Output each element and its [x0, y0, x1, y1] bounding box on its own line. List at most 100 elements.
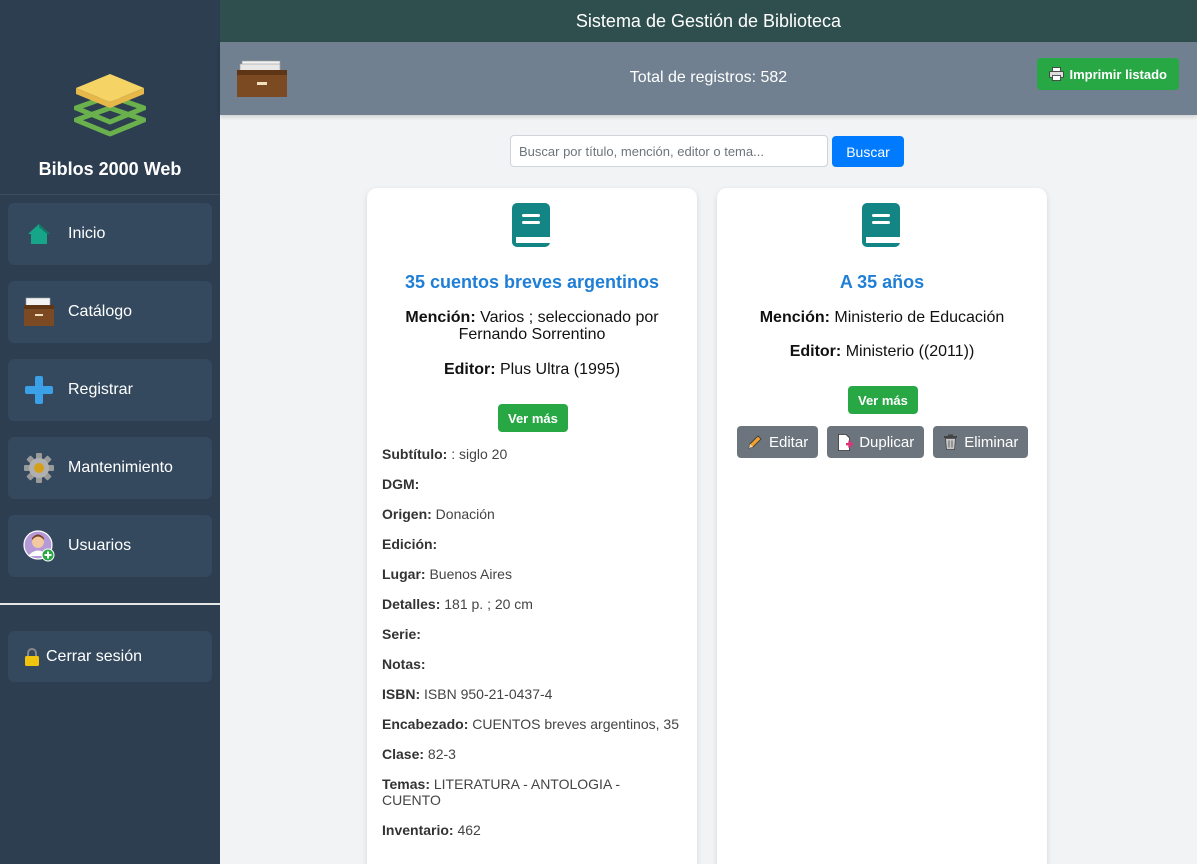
logout-button[interactable]: Cerrar sesión — [8, 631, 212, 682]
gear-icon — [22, 451, 56, 485]
book-card: 35 cuentos breves argentinos Mención: Va… — [367, 188, 697, 864]
mention-label: Mención: — [759, 309, 830, 326]
detail-value: ISBN 950-21-0437-4 — [424, 686, 553, 702]
detail-row: ISBN: ISBN 950-21-0437-4 — [382, 686, 682, 702]
printer-icon — [1049, 67, 1065, 81]
duplicate-label: Duplicar — [859, 433, 915, 451]
duplicate-button[interactable]: Duplicar — [827, 426, 925, 458]
book-mention: Mención: Ministerio de Educación — [742, 309, 1022, 326]
detail-value: 82-3 — [427, 746, 456, 762]
lock-icon — [24, 647, 40, 666]
see-more-button[interactable]: Ver más — [848, 386, 918, 414]
detail-label: Origen: — [382, 506, 432, 522]
edit-label: Editar — [769, 433, 809, 451]
sidebar-item-label: Inicio — [68, 225, 106, 242]
home-icon — [22, 217, 56, 251]
detail-value: CUENTOS breves argentinos, 35 — [472, 716, 679, 732]
logout-label: Cerrar sesión — [46, 647, 143, 665]
search-button[interactable]: Buscar — [832, 136, 904, 167]
toolbar: Total de registros: 582 Imprimir listado — [220, 42, 1197, 115]
card-actions: Editar Duplicar Eliminar — [737, 426, 1029, 458]
detail-value: 462 — [457, 822, 481, 838]
editor-value: Ministerio ((2011)) — [845, 343, 975, 360]
book-icon — [512, 203, 550, 247]
sidebar-item-catalogo[interactable]: Catálogo — [8, 281, 212, 343]
detail-row: Inventario: 462 — [382, 822, 682, 838]
detail-label: Serie: — [382, 626, 421, 642]
detail-label: Edición: — [382, 536, 438, 552]
plus-icon — [22, 373, 56, 407]
detail-label: Detalles: — [382, 596, 441, 612]
editor-value: Plus Ultra (1995) — [499, 361, 621, 378]
editor-label: Editor: — [443, 361, 496, 378]
catalog-drawer-icon — [22, 295, 56, 329]
detail-label: Lugar: — [382, 566, 426, 582]
detail-row: Temas: LITERATURA - ANTOLOGIA - CUENTO — [382, 776, 682, 808]
brand: Biblos 2000 Web — [0, 0, 220, 195]
detail-value: Donación — [435, 506, 495, 522]
book-card: A 35 años Mención: Ministerio de Educaci… — [717, 188, 1047, 864]
detail-row: Serie: — [382, 626, 682, 642]
sidebar-item-mantenimiento[interactable]: Mantenimiento — [8, 437, 212, 499]
book-editor: Editor: Ministerio ((2011)) — [742, 343, 1022, 360]
detail-value: : siglo 20 — [451, 446, 508, 462]
detail-label: DGM: — [382, 476, 420, 492]
sidebar-item-label: Usuarios — [68, 537, 132, 554]
editor-label: Editor: — [789, 343, 842, 360]
sidebar-item-label: Mantenimiento — [68, 459, 173, 476]
detail-row: Detalles: 181 p. ; 20 cm — [382, 596, 682, 612]
sidebar-item-registrar[interactable]: Registrar — [8, 359, 212, 421]
detail-label: Temas: — [382, 776, 430, 792]
search-button-label: Buscar — [846, 143, 890, 160]
detail-label: ISBN: — [382, 686, 421, 702]
mention-value: Ministerio de Educación — [834, 309, 1005, 326]
delete-button[interactable]: Eliminar — [933, 426, 1029, 458]
detail-label: Notas: — [382, 656, 426, 672]
sidebar-nav: Inicio Catálogo Registrar Mantenimiento … — [0, 195, 220, 577]
detail-label: Subtítulo: — [382, 446, 448, 462]
detail-row: Lugar: Buenos Aires — [382, 566, 682, 582]
detail-row: Clase: 82-3 — [382, 746, 682, 762]
see-more-label: Ver más — [858, 392, 908, 408]
detail-value: Buenos Aires — [429, 566, 512, 582]
print-list-label: Imprimir listado — [1069, 66, 1167, 82]
duplicate-icon — [838, 433, 854, 451]
detail-row: Origen: Donación — [382, 506, 682, 522]
page-title: Sistema de Gestión de Biblioteca — [575, 10, 842, 31]
see-more-button[interactable]: Ver más — [498, 404, 568, 432]
book-editor: Editor: Plus Ultra (1995) — [392, 361, 672, 378]
detail-label: Inventario: — [382, 822, 454, 838]
mention-value: Varios ; seleccionado por Fernando Sorre… — [458, 309, 659, 343]
mention-label: Mención: — [405, 309, 476, 326]
see-more-label: Ver más — [508, 410, 558, 426]
sidebar: Biblos 2000 Web Inicio Catálogo Registra… — [0, 0, 220, 864]
user-add-icon — [22, 529, 56, 563]
sidebar-item-label: Registrar — [68, 381, 133, 398]
detail-row: Edición: — [382, 536, 682, 552]
detail-label: Clase: — [382, 746, 425, 762]
print-list-button[interactable]: Imprimir listado — [1037, 58, 1179, 90]
book-title[interactable]: A 35 años — [717, 272, 1047, 293]
detail-row: DGM: — [382, 476, 682, 492]
layers-logo-icon — [74, 74, 146, 137]
book-mention: Mención: Varios ; seleccionado por Ferna… — [392, 309, 672, 343]
detail-row: Subtítulo: : siglo 20 — [382, 446, 682, 462]
sidebar-divider — [0, 603, 220, 605]
book-details: Subtítulo: : siglo 20 DGM: Origen: Donac… — [382, 446, 682, 852]
detail-row: Encabezado: CUENTOS breves argentinos, 3… — [382, 716, 682, 732]
pencil-icon — [748, 435, 762, 449]
detail-label: Encabezado: — [382, 716, 469, 732]
brand-name: Biblos 2000 Web — [38, 159, 182, 179]
sidebar-item-label: Catálogo — [68, 303, 133, 320]
sidebar-item-inicio[interactable]: Inicio — [8, 203, 212, 265]
detail-row: Notas: — [382, 656, 682, 672]
edit-button[interactable]: Editar — [737, 426, 819, 458]
book-icon — [862, 203, 900, 247]
sidebar-item-usuarios[interactable]: Usuarios — [8, 515, 212, 577]
delete-label: Eliminar — [964, 433, 1019, 451]
search-input[interactable] — [510, 135, 828, 167]
book-title[interactable]: 35 cuentos breves argentinos — [367, 272, 697, 293]
detail-value: 181 p. ; 20 cm — [444, 596, 533, 612]
app-header: Sistema de Gestión de Biblioteca — [220, 0, 1197, 42]
trash-icon — [944, 434, 958, 450]
